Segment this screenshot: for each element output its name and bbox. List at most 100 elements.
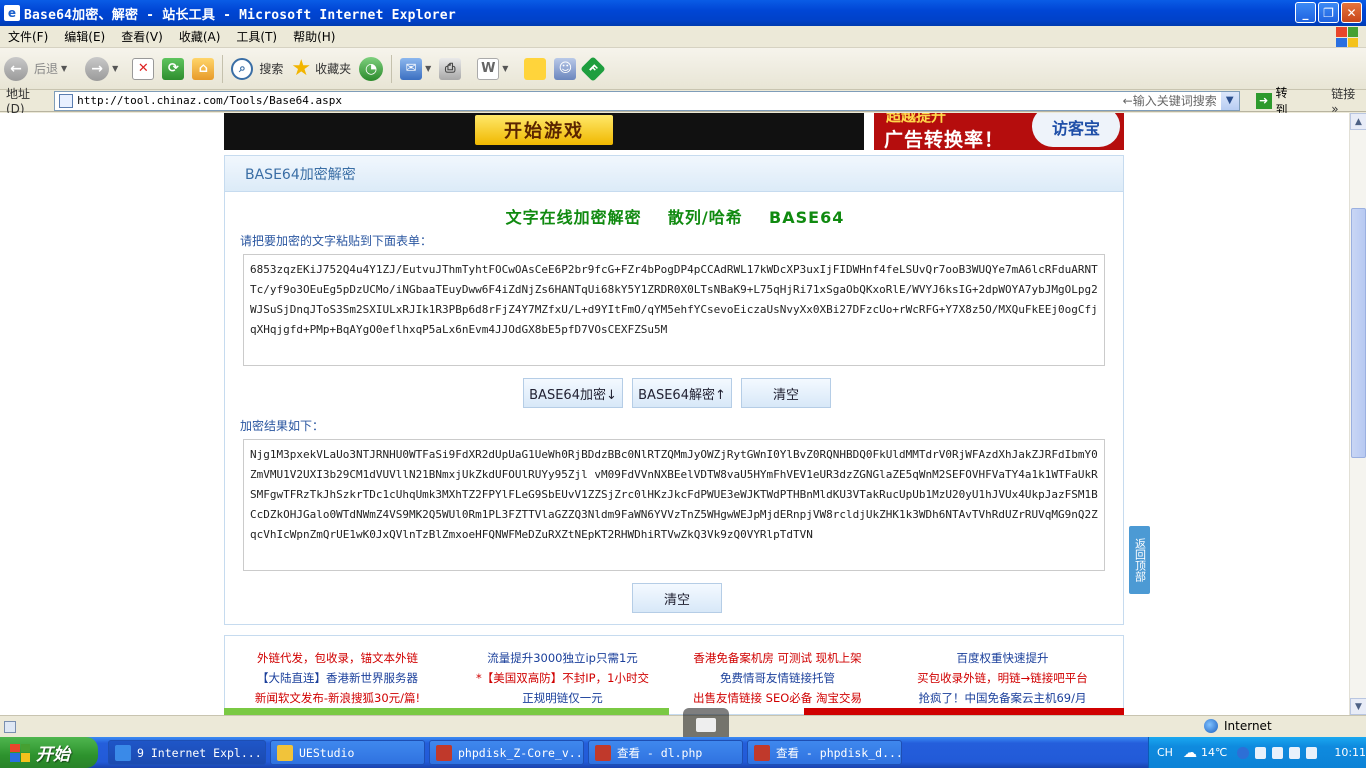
page-status-icon bbox=[4, 720, 16, 733]
task-view-phpdisk[interactable]: 查看 - phpdisk_d... bbox=[747, 740, 902, 765]
ad-link[interactable]: 免费情哥友情链接托管 bbox=[665, 668, 890, 688]
menu-edit[interactable]: 编辑(E) bbox=[56, 28, 113, 45]
start-button[interactable]: 开始 bbox=[0, 737, 98, 768]
menu-help[interactable]: 帮助(H) bbox=[285, 28, 343, 45]
go-arrow-icon[interactable]: ➜ bbox=[1255, 92, 1272, 109]
scroll-up-arrow-icon[interactable]: ▲ bbox=[1350, 113, 1366, 130]
base64-decode-button[interactable]: BASE64解密↑ bbox=[632, 378, 732, 408]
toolbar-separator bbox=[391, 54, 393, 83]
task-phpdisk-zcore[interactable]: phpdisk_Z-Core_v... bbox=[429, 740, 584, 765]
address-url[interactable]: http://tool.chinaz.com/Tools/Base64.aspx bbox=[77, 94, 342, 107]
keyword-search-hint[interactable]: ←输入关键词搜索 bbox=[1123, 92, 1217, 109]
forward-arrow-icon: → bbox=[85, 56, 110, 81]
page-content: 开始游戏 超越提升 广告转换率！ 访客宝 BASE64加密解密 文字在线加密解密… bbox=[0, 113, 1349, 715]
messenger-button[interactable]: ☺ bbox=[550, 52, 580, 86]
refresh-button[interactable]: ⟳ bbox=[158, 52, 188, 86]
ad-link[interactable]: 抢疯了！中国免备案云主机69/月 bbox=[890, 688, 1115, 708]
printer-icon: ⎙ bbox=[439, 57, 462, 80]
windows-logo-icon bbox=[1336, 27, 1358, 47]
game-ad-banner[interactable]: 开始游戏 bbox=[224, 113, 864, 150]
ad-link[interactable]: 买包收录外链，明链→链接吧平台 bbox=[890, 668, 1115, 688]
tray-volume-icon[interactable] bbox=[1306, 746, 1318, 759]
tray-network-icon[interactable] bbox=[1254, 746, 1266, 759]
menu-file[interactable]: 文件(F) bbox=[0, 28, 56, 45]
ad-links-column: 香港免备案机房 可测试 现机上架 免费情哥友情链接托管 出售友情链接 SEO必备… bbox=[665, 648, 890, 708]
home-icon: ⌂ bbox=[192, 57, 215, 80]
chevron-down-icon[interactable]: ▼ bbox=[1220, 91, 1239, 110]
ad-divider-red bbox=[804, 708, 1124, 715]
address-input[interactable]: http://tool.chinaz.com/Tools/Base64.aspx… bbox=[54, 90, 1240, 111]
tray-device-icon[interactable] bbox=[1271, 746, 1283, 759]
ad-link[interactable]: 出售友情链接 SEO必备 淘宝交易 bbox=[665, 688, 890, 708]
ie-icon: e bbox=[4, 5, 20, 21]
ad-link[interactable]: 【大陆直连】香港新世界服务器 bbox=[225, 668, 450, 688]
links-button[interactable]: 链接 » bbox=[1331, 85, 1366, 116]
mail-button[interactable]: ✉ ▼ bbox=[396, 52, 435, 86]
address-label: 地址(D) bbox=[6, 87, 31, 116]
clock[interactable]: 10:11 bbox=[1334, 746, 1366, 759]
notes-button[interactable] bbox=[520, 52, 550, 86]
minimize-button[interactable]: _ bbox=[1295, 2, 1316, 23]
result-textarea[interactable]: Njg1M3pxekVLaUo3NTJRNHU0WTFaSi9FdXR2dUpU… bbox=[243, 439, 1105, 571]
chevron-down-icon[interactable]: ▼ bbox=[425, 64, 431, 73]
editor-icon bbox=[754, 744, 770, 761]
stop-icon: ✕ bbox=[132, 57, 155, 80]
tool-heading: 文字在线加密解密 散列/哈希 BASE64 bbox=[505, 208, 845, 227]
task-label: 查看 - dl.php bbox=[617, 745, 703, 760]
ad-link[interactable]: *【美国双高防】不封IP，1小时交 bbox=[450, 668, 675, 688]
toolbar-separator bbox=[222, 54, 224, 83]
ad-link[interactable]: 正规明链仅一元 bbox=[450, 688, 675, 708]
maximize-button[interactable]: ❐ bbox=[1318, 2, 1339, 23]
chevron-down-icon[interactable]: ▼ bbox=[61, 64, 67, 73]
menu-tools[interactable]: 工具(T) bbox=[228, 28, 285, 45]
scroll-thumb[interactable] bbox=[1351, 208, 1366, 458]
back-button[interactable]: ← 后退 ▼ bbox=[0, 52, 71, 86]
forward-button[interactable]: → ▼ bbox=[81, 52, 122, 86]
close-button[interactable]: ✕ bbox=[1341, 2, 1362, 23]
clear-result-button[interactable]: 清空 bbox=[632, 583, 722, 613]
task-view-dl-php[interactable]: 查看 - dl.php bbox=[588, 740, 743, 765]
ad-link[interactable]: 外链代发，包收录，锚文本外链 bbox=[225, 648, 450, 668]
chevron-down-icon[interactable]: ▼ bbox=[502, 64, 508, 73]
ad-link[interactable]: 香港免备案机房 可测试 现机上架 bbox=[665, 648, 890, 668]
task-internet-explorer[interactable]: 9 Internet Expl... bbox=[108, 740, 266, 765]
home-button[interactable]: ⌂ bbox=[188, 52, 218, 86]
tray-display-icon[interactable] bbox=[1288, 746, 1301, 759]
print-button[interactable]: ⎙ bbox=[435, 52, 465, 86]
input-textarea[interactable]: 6853zqzEKiJ752Q4u4Y1ZJ/EutvuJThmTyhtFOCw… bbox=[243, 254, 1105, 366]
ime-indicator[interactable]: CH bbox=[1157, 746, 1173, 759]
task-label: phpdisk_Z-Core_v... bbox=[458, 745, 584, 760]
scroll-down-arrow-icon[interactable]: ▼ bbox=[1350, 698, 1366, 715]
ad-link[interactable]: 流量提升3000独立ip只需1元 bbox=[450, 648, 675, 668]
zone-label: Internet bbox=[1224, 719, 1272, 733]
start-label: 开始 bbox=[36, 745, 70, 765]
clear-input-button[interactable]: 清空 bbox=[741, 378, 831, 408]
stop-button[interactable]: ✕ bbox=[128, 52, 158, 86]
history-button[interactable]: ◔ bbox=[355, 52, 387, 86]
ad-link[interactable]: 百度权重快速提升 bbox=[890, 648, 1115, 668]
edit-button[interactable]: W ▼ bbox=[473, 52, 512, 86]
search-button[interactable]: ⌕ 搜索 bbox=[227, 52, 287, 86]
editor-icon bbox=[595, 744, 611, 761]
task-uestudio[interactable]: UEStudio bbox=[270, 740, 425, 765]
favorites-button[interactable]: ★ 收藏夹 bbox=[287, 52, 355, 86]
base64-encode-button[interactable]: BASE64加密↓ bbox=[523, 378, 623, 408]
temperature[interactable]: 14℃ bbox=[1201, 746, 1227, 759]
favorites-label: 收藏夹 bbox=[315, 62, 352, 76]
tray-arrow-icon[interactable] bbox=[1237, 746, 1249, 759]
input-prompt: 请把要加密的文字粘贴到下面表单： bbox=[240, 234, 433, 248]
back-to-top-tab[interactable]: 返回顶部 bbox=[1129, 526, 1150, 594]
chevron-down-icon[interactable]: ▼ bbox=[112, 64, 118, 73]
visitor-ad-banner[interactable]: 超越提升 广告转换率！ 访客宝 bbox=[874, 113, 1124, 150]
ad-links-column: 流量提升3000独立ip只需1元 *【美国双高防】不封IP，1小时交 正规明链仅… bbox=[450, 648, 675, 708]
start-game-button[interactable]: 开始游戏 bbox=[475, 115, 613, 145]
addon-button[interactable]: F bbox=[580, 52, 607, 86]
menu-view[interactable]: 查看(V) bbox=[113, 28, 171, 45]
task-label: 9 Internet Expl... bbox=[137, 745, 262, 760]
vertical-scrollbar[interactable]: ▲ ▼ bbox=[1349, 113, 1366, 715]
menu-favorites[interactable]: 收藏(A) bbox=[171, 28, 229, 45]
ad-headline: 广告转换率！ bbox=[884, 129, 1005, 150]
editor-icon bbox=[436, 744, 452, 761]
ad-link[interactable]: 新闻软文发布-新浪搜狐30元/篇! bbox=[225, 688, 450, 708]
back-label: 后退 bbox=[34, 62, 59, 76]
